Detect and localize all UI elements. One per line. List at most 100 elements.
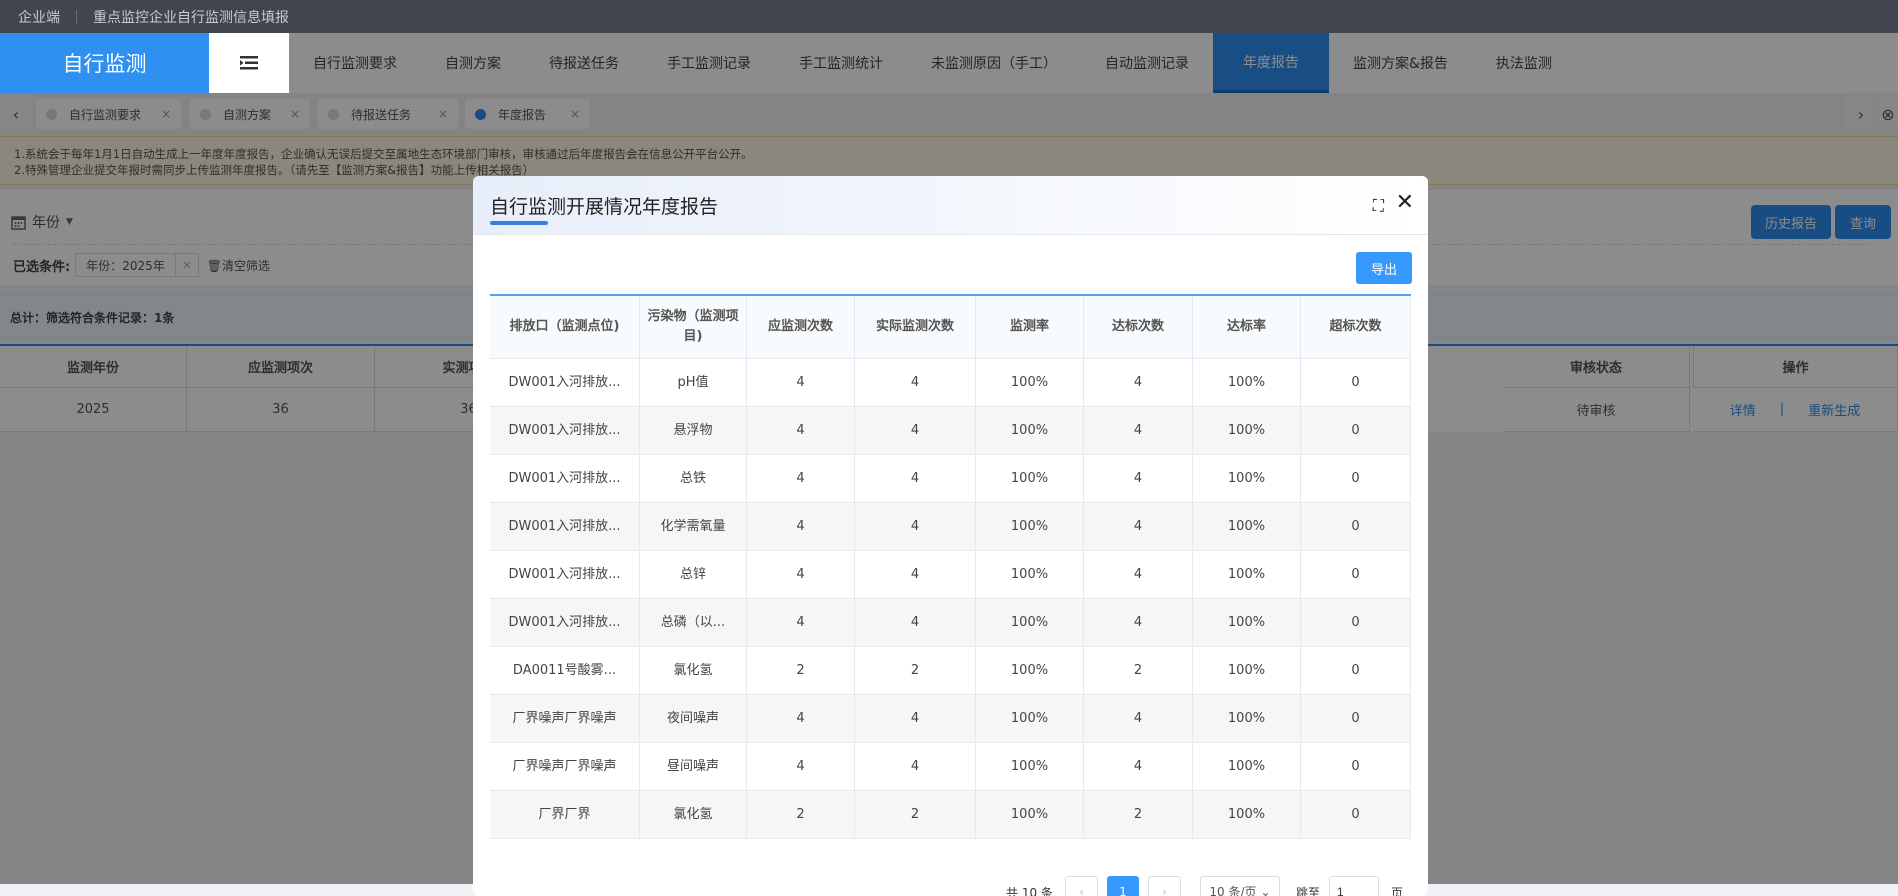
prev-page-button[interactable]: ‹ — [1065, 876, 1098, 896]
modal-title: 自行监测开展情况年度报告 — [490, 192, 718, 219]
page-size-select[interactable]: 10 条/页⌄ — [1200, 876, 1280, 896]
table-cell: DW001入河排放... — [490, 455, 640, 502]
table-row: DW001入河排放...化学需氧量44100%4100%0 — [490, 503, 1411, 551]
table-cell: 4 — [855, 743, 976, 790]
table-cell: 悬浮物 — [640, 407, 747, 454]
table-cell: 100% — [976, 551, 1084, 598]
pagination: 共 10 条 ‹ 1 › 10 条/页⌄ 跳至 页 — [473, 876, 1428, 896]
table-cell: 100% — [1193, 551, 1301, 598]
table-row: 厂界厂界氯化氢22100%2100%0 — [490, 791, 1411, 839]
table-cell: 0 — [1301, 791, 1411, 838]
chevron-down-icon: ⌄ — [1261, 885, 1271, 896]
table-cell: pH值 — [640, 359, 747, 406]
table-cell: 0 — [1301, 407, 1411, 454]
table-cell: 100% — [1193, 695, 1301, 742]
table-cell: 100% — [1193, 791, 1301, 838]
table-row: DW001入河排放...总铁44100%4100%0 — [490, 455, 1411, 503]
table-cell: 100% — [1193, 599, 1301, 646]
title-underline — [490, 221, 548, 225]
table-cell: 100% — [976, 791, 1084, 838]
table-cell: 4 — [1084, 599, 1193, 646]
table-cell: 0 — [1301, 599, 1411, 646]
table-cell: 100% — [976, 359, 1084, 406]
table-cell: 4 — [1084, 743, 1193, 790]
table-cell: 厂界噪声厂界噪声 — [490, 743, 640, 790]
portal-label[interactable]: 企业端 — [18, 7, 60, 27]
page-1-button[interactable]: 1 — [1107, 876, 1139, 896]
menu-toggle-button[interactable] — [209, 33, 289, 93]
table-cell: 2 — [855, 647, 976, 694]
table-cell: 化学需氧量 — [640, 503, 747, 550]
menu-fold-icon — [240, 56, 258, 70]
divider — [76, 10, 77, 24]
table-cell: 4 — [747, 455, 855, 502]
table-cell: 4 — [747, 743, 855, 790]
table-cell: 100% — [976, 647, 1084, 694]
table-cell: 4 — [855, 551, 976, 598]
table-row: DW001入河排放...pH值44100%4100%0 — [490, 359, 1411, 407]
app-logo: 自行监测 — [0, 33, 209, 93]
table-cell: 100% — [976, 503, 1084, 550]
table-cell: 100% — [976, 743, 1084, 790]
table-cell: 总铁 — [640, 455, 747, 502]
table-cell: 4 — [855, 695, 976, 742]
table-cell: 4 — [747, 599, 855, 646]
table-cell: DW001入河排放... — [490, 503, 640, 550]
table-cell: 4 — [1084, 359, 1193, 406]
table-cell: DW001入河排放... — [490, 551, 640, 598]
table-cell: 夜间噪声 — [640, 695, 747, 742]
table-cell: 4 — [1084, 407, 1193, 454]
table-cell: DA0011号酸雾... — [490, 647, 640, 694]
table-cell: 厂界厂界 — [490, 791, 640, 838]
column-header: 污染物（监测项目) — [640, 296, 747, 358]
table-cell: 总磷（以... — [640, 599, 747, 646]
table-cell: 总锌 — [640, 551, 747, 598]
table-cell: 2 — [855, 791, 976, 838]
table-cell: 0 — [1301, 647, 1411, 694]
table-cell: 2 — [747, 647, 855, 694]
table-cell: DW001入河排放... — [490, 599, 640, 646]
table-cell: 氯化氢 — [640, 791, 747, 838]
table-cell: 100% — [976, 599, 1084, 646]
page-unit-label: 页 — [1391, 884, 1403, 896]
table-cell: 100% — [976, 695, 1084, 742]
table-header: 排放口（监测点位)污染物（监测项目)应监测次数实际监测次数监测率达标次数达标率超… — [490, 296, 1411, 359]
column-header: 应监测次数 — [747, 296, 855, 358]
column-header: 达标次数 — [1084, 296, 1193, 358]
table-cell: 2 — [1084, 647, 1193, 694]
table-cell: 100% — [1193, 743, 1301, 790]
table-cell: 2 — [1084, 791, 1193, 838]
table-cell: 100% — [1193, 359, 1301, 406]
table-cell: 100% — [1193, 503, 1301, 550]
table-cell: 4 — [747, 407, 855, 454]
table-cell: 4 — [855, 503, 976, 550]
table-cell: 100% — [1193, 647, 1301, 694]
system-title: 重点监控企业自行监测信息填报 — [93, 7, 289, 27]
table-cell: 4 — [1084, 455, 1193, 502]
table-row: DW001入河排放...悬浮物44100%4100%0 — [490, 407, 1411, 455]
export-button[interactable]: 导出 — [1356, 252, 1412, 284]
next-page-button[interactable]: › — [1148, 876, 1181, 896]
column-header: 超标次数 — [1301, 296, 1411, 358]
total-count: 共 10 条 — [1006, 884, 1053, 896]
jump-page-input[interactable] — [1329, 876, 1379, 896]
close-icon[interactable]: ✕ — [1396, 190, 1414, 215]
jump-label: 跳至 — [1296, 884, 1320, 896]
column-header: 达标率 — [1193, 296, 1301, 358]
table-cell: 0 — [1301, 359, 1411, 406]
table-cell: 0 — [1301, 503, 1411, 550]
table-cell: DW001入河排放... — [490, 359, 640, 406]
table-row: DW001入河排放...总锌44100%4100%0 — [490, 551, 1411, 599]
table-cell: 0 — [1301, 743, 1411, 790]
table-row: DA0011号酸雾...氯化氢22100%2100%0 — [490, 647, 1411, 695]
table-cell: 0 — [1301, 455, 1411, 502]
top-bar: 企业端 重点监控企业自行监测信息填报 — [0, 0, 1898, 33]
table-cell: 100% — [1193, 407, 1301, 454]
column-header: 实际监测次数 — [855, 296, 976, 358]
table-cell: 100% — [976, 407, 1084, 454]
fullscreen-icon[interactable]: ⛶ — [1373, 196, 1384, 216]
table-cell: 100% — [1193, 455, 1301, 502]
table-cell: 4 — [747, 695, 855, 742]
table-cell: 0 — [1301, 551, 1411, 598]
table-cell: 0 — [1301, 695, 1411, 742]
